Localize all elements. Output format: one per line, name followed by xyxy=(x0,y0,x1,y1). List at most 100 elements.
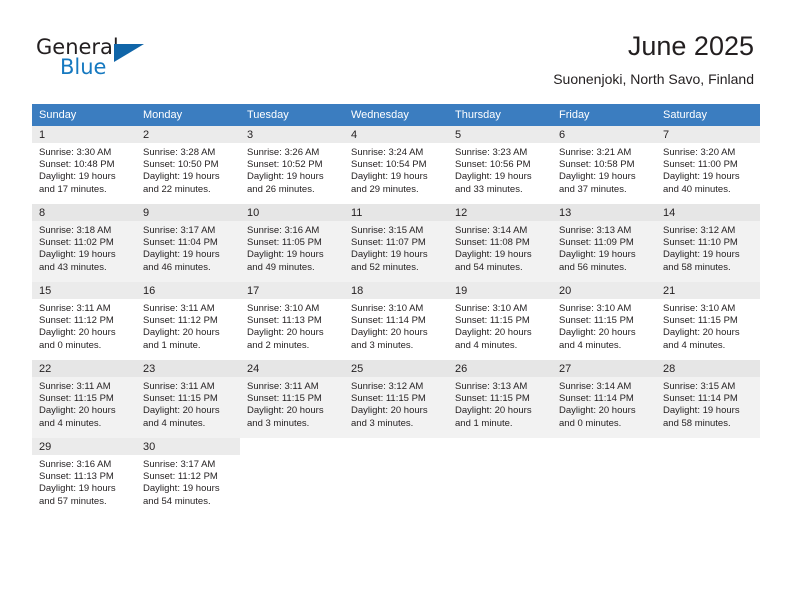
day-details: Sunrise: 3:17 AM Sunset: 11:04 PM Daylight… xyxy=(143,225,234,274)
calendar-day-cell[interactable]: 8 Sunrise: 3:18 AM Sunset: 11:02 PM Dayligh… xyxy=(32,204,136,282)
sunrise-time: Sunrise: 3:21 AM xyxy=(559,147,632,158)
daylight-duration-line2: and 54 minutes. xyxy=(143,495,211,507)
calendar-day-cell[interactable]: 20 Sunrise: 3:10 AM Sunset: 11:15 PM Daylig… xyxy=(552,282,656,360)
calendar-day-cell[interactable]: 27 Sunrise: 3:14 AM Sunset: 11:14 PM Daylig… xyxy=(552,360,656,438)
sunset-time: Sunset: 11:09 PM xyxy=(559,237,634,249)
calendar-day-cell[interactable]: 25 Sunrise: 3:12 AM Sunset: 11:15 PM Daylig… xyxy=(344,360,448,438)
day-cell-inner: 2 Sunrise: 3:28 AM Sunset: 10:50 PM Dayligh… xyxy=(136,126,240,204)
sunset-time: Sunset: 11:15 PM xyxy=(455,315,530,327)
day-cell-inner: 16 Sunrise: 3:11 AM Sunset: 11:12 PM Daylig… xyxy=(136,282,240,360)
day-cell-inner: 27 Sunrise: 3:14 AM Sunset: 11:14 PM Daylig… xyxy=(552,360,656,438)
calendar-day-cell[interactable]: 22 Sunrise: 3:11 AM Sunset: 11:15 PM Daylig… xyxy=(32,360,136,438)
calendar-day-cell[interactable]: 10 Sunrise: 3:16 AM Sunset: 11:05 PM Daylig… xyxy=(240,204,344,282)
day-cell-inner: 1 Sunrise: 3:30 AM Sunset: 10:48 PM Dayligh… xyxy=(32,126,136,204)
daylight-duration-line2: and 0 minutes. xyxy=(39,339,102,351)
daylight-duration-line1: Daylight: 19 hours xyxy=(39,249,116,261)
sunset-time: Sunset: 11:12 PM xyxy=(143,315,218,327)
day-details: Sunrise: 3:10 AM Sunset: 11:15 PM Daylight… xyxy=(663,303,754,352)
sunset-time: Sunset: 10:48 PM xyxy=(39,159,115,171)
calendar-day-cell[interactable]: 11 Sunrise: 3:15 AM Sunset: 11:07 PM Daylig… xyxy=(344,204,448,282)
day-cell-inner: 11 Sunrise: 3:15 AM Sunset: 11:07 PM Daylig… xyxy=(344,204,448,282)
calendar-day-cell[interactable]: 21 Sunrise: 3:10 AM Sunset: 11:15 PM Daylig… xyxy=(656,282,760,360)
daylight-duration-line2: and 54 minutes. xyxy=(455,261,523,273)
day-number-band xyxy=(136,126,240,143)
calendar-day-cell[interactable]: 30 Sunrise: 3:17 AM Sunset: 11:12 PM Daylig… xyxy=(136,438,240,516)
sunset-time: Sunset: 11:15 PM xyxy=(559,315,634,327)
calendar-day-cell[interactable]: 2 Sunrise: 3:28 AM Sunset: 10:50 PM Dayligh… xyxy=(136,126,240,204)
day-number-text: 29 xyxy=(39,441,52,453)
daylight-duration-line1: Daylight: 20 hours xyxy=(39,327,116,339)
daylight-duration-line2: and 4 minutes. xyxy=(143,417,206,429)
sunrise-time: Sunrise: 3:10 AM xyxy=(559,303,632,314)
sunset-time: Sunset: 11:15 PM xyxy=(143,393,218,405)
day-details: Sunrise: 3:11 AM Sunset: 11:15 PM Daylight… xyxy=(247,381,338,430)
sunrise-time: Sunrise: 3:13 AM xyxy=(455,381,528,392)
calendar-day-cell[interactable]: 14 Sunrise: 3:12 AM Sunset: 11:10 PM Daylig… xyxy=(656,204,760,282)
day-details: Sunrise: 3:23 AM Sunset: 10:56 PM Daylight… xyxy=(455,147,546,196)
sunrise-time: Sunrise: 3:10 AM xyxy=(351,303,424,314)
calendar-empty-cell xyxy=(656,438,760,516)
sunrise-time: Sunrise: 3:10 AM xyxy=(247,303,320,314)
sunrise-time: Sunrise: 3:24 AM xyxy=(351,147,424,158)
day-details: Sunrise: 3:10 AM Sunset: 11:15 PM Daylight… xyxy=(559,303,650,352)
daylight-duration-line1: Daylight: 19 hours xyxy=(351,171,428,183)
sunrise-time: Sunrise: 3:10 AM xyxy=(663,303,736,314)
calendar-day-cell[interactable]: 18 Sunrise: 3:10 AM Sunset: 11:14 PM Daylig… xyxy=(344,282,448,360)
calendar-day-cell[interactable]: 15 Sunrise: 3:11 AM Sunset: 11:12 PM Daylig… xyxy=(32,282,136,360)
daylight-duration-line2: and 4 minutes. xyxy=(663,339,726,351)
calendar-day-cell[interactable]: 24 Sunrise: 3:11 AM Sunset: 11:15 PM Daylig… xyxy=(240,360,344,438)
calendar-day-cell[interactable]: 9 Sunrise: 3:17 AM Sunset: 11:04 PM Dayligh… xyxy=(136,204,240,282)
calendar-day-cell[interactable]: 29 Sunrise: 3:16 AM Sunset: 11:13 PM Daylig… xyxy=(32,438,136,516)
day-number-text: 15 xyxy=(39,285,52,297)
daylight-duration-line2: and 40 minutes. xyxy=(663,183,731,195)
daylight-duration-line1: Daylight: 19 hours xyxy=(351,249,428,261)
daylight-duration-line1: Daylight: 20 hours xyxy=(143,327,220,339)
daylight-duration-line1: Daylight: 19 hours xyxy=(455,249,532,261)
calendar-empty-cell xyxy=(240,438,344,516)
day-cell-inner: 8 Sunrise: 3:18 AM Sunset: 11:02 PM Dayligh… xyxy=(32,204,136,282)
calendar-day-cell[interactable]: 26 Sunrise: 3:13 AM Sunset: 11:15 PM Daylig… xyxy=(448,360,552,438)
day-cell-inner: 23 Sunrise: 3:11 AM Sunset: 11:15 PM Daylig… xyxy=(136,360,240,438)
calendar-day-cell[interactable]: 28 Sunrise: 3:15 AM Sunset: 11:14 PM Daylig… xyxy=(656,360,760,438)
calendar-page: General Blue June 2025 Suonenjoki, North… xyxy=(0,0,792,612)
day-cell-inner: 25 Sunrise: 3:12 AM Sunset: 11:15 PM Daylig… xyxy=(344,360,448,438)
weekday-header-friday: Friday xyxy=(552,104,656,126)
sunset-time: Sunset: 10:56 PM xyxy=(455,159,531,171)
daylight-duration-line1: Daylight: 19 hours xyxy=(143,249,220,261)
sunset-time: Sunset: 10:50 PM xyxy=(143,159,219,171)
page-subtitle: Suonenjoki, North Savo, Finland xyxy=(553,71,754,87)
calendar-day-cell[interactable]: 7 Sunrise: 3:20 AM Sunset: 11:00 PM Dayligh… xyxy=(656,126,760,204)
calendar-day-cell[interactable]: 1 Sunrise: 3:30 AM Sunset: 10:48 PM Dayligh… xyxy=(32,126,136,204)
daylight-duration-line2: and 58 minutes. xyxy=(663,417,731,429)
day-details: Sunrise: 3:30 AM Sunset: 10:48 PM Daylight… xyxy=(39,147,130,196)
daylight-duration-line2: and 46 minutes. xyxy=(143,261,211,273)
day-details: Sunrise: 3:10 AM Sunset: 11:14 PM Daylight… xyxy=(351,303,442,352)
calendar-day-cell[interactable]: 19 Sunrise: 3:10 AM Sunset: 11:15 PM Daylig… xyxy=(448,282,552,360)
calendar-day-cell[interactable]: 16 Sunrise: 3:11 AM Sunset: 11:12 PM Daylig… xyxy=(136,282,240,360)
day-details: Sunrise: 3:11 AM Sunset: 11:12 PM Daylight… xyxy=(143,303,234,352)
day-cell-inner: 10 Sunrise: 3:16 AM Sunset: 11:05 PM Daylig… xyxy=(240,204,344,282)
sunset-time: Sunset: 11:02 PM xyxy=(39,237,114,249)
sunrise-time: Sunrise: 3:11 AM xyxy=(39,381,111,392)
sunset-time: Sunset: 11:13 PM xyxy=(247,315,322,327)
day-cell-inner: 19 Sunrise: 3:10 AM Sunset: 11:15 PM Daylig… xyxy=(448,282,552,360)
sunset-time: Sunset: 11:08 PM xyxy=(455,237,530,249)
calendar-day-cell[interactable]: 17 Sunrise: 3:10 AM Sunset: 11:13 PM Daylig… xyxy=(240,282,344,360)
day-number-text: 5 xyxy=(455,129,462,141)
calendar-day-cell[interactable]: 13 Sunrise: 3:13 AM Sunset: 11:09 PM Daylig… xyxy=(552,204,656,282)
day-details: Sunrise: 3:14 AM Sunset: 11:14 PM Daylight… xyxy=(559,381,650,430)
daylight-duration-line2: and 17 minutes. xyxy=(39,183,107,195)
calendar-day-cell[interactable]: 3 Sunrise: 3:26 AM Sunset: 10:52 PM Dayligh… xyxy=(240,126,344,204)
sunrise-time: Sunrise: 3:14 AM xyxy=(559,381,632,392)
general-blue-logo[interactable]: General Blue xyxy=(36,36,166,82)
calendar-day-cell[interactable]: 6 Sunrise: 3:21 AM Sunset: 10:58 PM Dayligh… xyxy=(552,126,656,204)
calendar-day-cell[interactable]: 4 Sunrise: 3:24 AM Sunset: 10:54 PM Dayligh… xyxy=(344,126,448,204)
calendar-body: 1 Sunrise: 3:30 AM Sunset: 10:48 PM Dayligh… xyxy=(32,126,760,516)
day-details: Sunrise: 3:10 AM Sunset: 11:15 PM Daylight… xyxy=(455,303,546,352)
day-details: Sunrise: 3:24 AM Sunset: 10:54 PM Daylight… xyxy=(351,147,442,196)
calendar-day-cell[interactable]: 23 Sunrise: 3:11 AM Sunset: 11:15 PM Daylig… xyxy=(136,360,240,438)
sunrise-time: Sunrise: 3:26 AM xyxy=(247,147,320,158)
calendar-day-cell[interactable]: 12 Sunrise: 3:14 AM Sunset: 11:08 PM Daylig… xyxy=(448,204,552,282)
daylight-duration-line2: and 3 minutes. xyxy=(247,417,310,429)
calendar-day-cell[interactable]: 5 Sunrise: 3:23 AM Sunset: 10:56 PM Dayligh… xyxy=(448,126,552,204)
